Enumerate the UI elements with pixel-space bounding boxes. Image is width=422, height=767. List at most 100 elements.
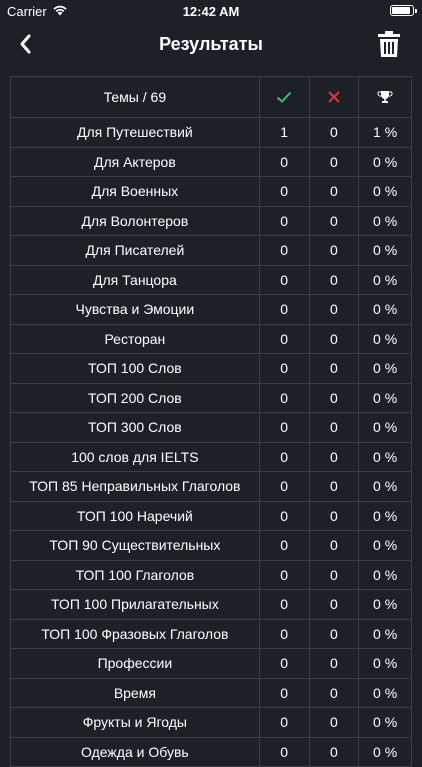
percent-cell: 0 %: [359, 148, 411, 177]
correct-count-cell: 0: [260, 207, 310, 236]
wrong-count-cell: 0: [310, 738, 360, 767]
wrong-count-cell: 0: [310, 236, 360, 265]
wrong-column-header: [310, 77, 360, 117]
percent-cell: 0 %: [359, 413, 411, 442]
percent-cell: 0 %: [359, 295, 411, 324]
topics-header: Темы / 69: [11, 77, 260, 117]
percent-cell: 0 %: [359, 236, 411, 265]
correct-count-cell: 0: [260, 266, 310, 295]
percent-cell: 0 %: [359, 561, 411, 590]
topic-cell: ТОП 90 Существительных: [11, 531, 260, 560]
table-row[interactable]: Для Писателей000 %: [11, 236, 411, 266]
wrong-count-cell: 0: [310, 620, 360, 649]
table-row[interactable]: Ресторан000 %: [11, 325, 411, 355]
table-row[interactable]: ТОП 85 Неправильных Глаголов000 %: [11, 472, 411, 502]
topic-cell: ТОП 200 Слов: [11, 384, 260, 413]
delete-button[interactable]: [376, 29, 402, 59]
correct-count-cell: 0: [260, 738, 310, 767]
table-row[interactable]: Для Актеров000 %: [11, 148, 411, 178]
correct-count-cell: 0: [260, 295, 310, 324]
percent-cell: 0 %: [359, 679, 411, 708]
navigation-bar: Результаты: [0, 22, 422, 66]
table-row[interactable]: 100 слов для IELTS000 %: [11, 443, 411, 473]
table-row[interactable]: ТОП 100 Прилагательных000 %: [11, 590, 411, 620]
correct-count-cell: 0: [260, 354, 310, 383]
table-row[interactable]: ТОП 100 Наречий000 %: [11, 502, 411, 532]
table-header: Темы / 69: [10, 76, 412, 118]
table-row[interactable]: ТОП 200 Слов000 %: [11, 384, 411, 414]
wrong-count-cell: 0: [310, 708, 360, 737]
correct-count-cell: 0: [260, 384, 310, 413]
topic-cell: Для Военных: [11, 177, 260, 206]
trophy-icon: [377, 90, 393, 104]
correct-count-cell: 0: [260, 590, 310, 619]
table-row[interactable]: ТОП 100 Фразовых Глаголов000 %: [11, 620, 411, 650]
wrong-count-cell: 0: [310, 354, 360, 383]
table-body: Для Путешествий101 %Для Актеров000 %Для …: [10, 118, 412, 767]
checkmark-icon: [276, 91, 292, 103]
status-bar: Carrier 12:42 AM: [0, 0, 422, 22]
topic-cell: Ресторан: [11, 325, 260, 354]
topic-cell: Для Путешествий: [11, 118, 260, 147]
topic-cell: Для Волонтеров: [11, 207, 260, 236]
table-row[interactable]: Одежда и Обувь000 %: [11, 738, 411, 767]
correct-count-cell: 0: [260, 472, 310, 501]
wrong-count-cell: 0: [310, 118, 360, 147]
topic-cell: Для Танцора: [11, 266, 260, 295]
percent-cell: 0 %: [359, 354, 411, 383]
correct-count-cell: 0: [260, 177, 310, 206]
table-row[interactable]: Время000 %: [11, 679, 411, 709]
wrong-count-cell: 0: [310, 177, 360, 206]
table-row[interactable]: Для Волонтеров000 %: [11, 207, 411, 237]
correct-count-cell: 0: [260, 413, 310, 442]
table-row[interactable]: Для Танцора000 %: [11, 266, 411, 296]
wrong-count-cell: 0: [310, 295, 360, 324]
percent-cell: 0 %: [359, 708, 411, 737]
topic-cell: ТОП 85 Неправильных Глаголов: [11, 472, 260, 501]
percent-cell: 0 %: [359, 620, 411, 649]
topic-cell: Профессии: [11, 649, 260, 678]
topic-cell: Для Актеров: [11, 148, 260, 177]
wrong-count-cell: 0: [310, 384, 360, 413]
wrong-count-cell: 0: [310, 148, 360, 177]
topic-cell: ТОП 100 Наречий: [11, 502, 260, 531]
percent-cell: 0 %: [359, 207, 411, 236]
wrong-count-cell: 0: [310, 472, 360, 501]
table-row[interactable]: Профессии000 %: [11, 649, 411, 679]
percent-cell: 0 %: [359, 472, 411, 501]
topic-cell: ТОП 100 Фразовых Глаголов: [11, 620, 260, 649]
table-row[interactable]: Для Военных000 %: [11, 177, 411, 207]
topic-cell: Чувства и Эмоции: [11, 295, 260, 324]
percent-cell: 0 %: [359, 384, 411, 413]
table-row[interactable]: ТОП 100 Слов000 %: [11, 354, 411, 384]
table-row[interactable]: ТОП 90 Существительных000 %: [11, 531, 411, 561]
percent-cell: 0 %: [359, 443, 411, 472]
table-row[interactable]: Для Путешествий101 %: [11, 118, 411, 148]
percent-cell: 0 %: [359, 738, 411, 767]
cross-icon: [328, 91, 340, 103]
wrong-count-cell: 0: [310, 443, 360, 472]
percent-cell: 0 %: [359, 531, 411, 560]
correct-count-cell: 0: [260, 649, 310, 678]
wrong-count-cell: 0: [310, 207, 360, 236]
correct-count-cell: 0: [260, 325, 310, 354]
correct-count-cell: 0: [260, 443, 310, 472]
correct-count-cell: 0: [260, 502, 310, 531]
wrong-count-cell: 0: [310, 561, 360, 590]
percent-cell: 0 %: [359, 590, 411, 619]
battery-icon: [390, 5, 414, 16]
topic-cell: ТОП 100 Глаголов: [11, 561, 260, 590]
topic-cell: 100 слов для IELTS: [11, 443, 260, 472]
wrong-count-cell: 0: [310, 266, 360, 295]
percent-cell: 0 %: [359, 325, 411, 354]
table-row[interactable]: Фрукты и Ягоды000 %: [11, 708, 411, 738]
table-row[interactable]: ТОП 300 Слов000 %: [11, 413, 411, 443]
table-row[interactable]: Чувства и Эмоции000 %: [11, 295, 411, 325]
topic-cell: ТОП 100 Слов: [11, 354, 260, 383]
topic-cell: Фрукты и Ягоды: [11, 708, 260, 737]
percent-cell: 0 %: [359, 649, 411, 678]
table-row[interactable]: ТОП 100 Глаголов000 %: [11, 561, 411, 591]
correct-count-cell: 0: [260, 148, 310, 177]
percent-cell: 0 %: [359, 266, 411, 295]
score-column-header: [359, 77, 411, 117]
